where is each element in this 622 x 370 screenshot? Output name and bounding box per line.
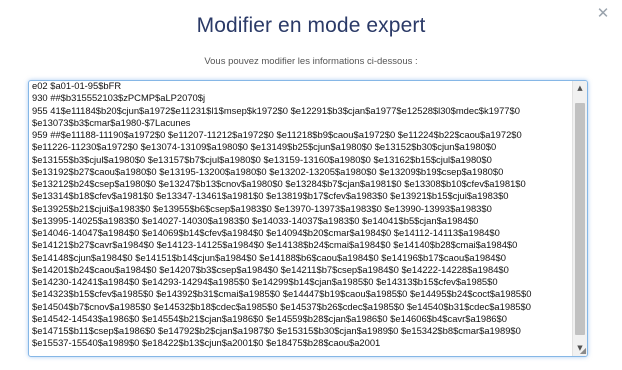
editor-line[interactable]: $e14201$b24$caou$a1984$0 $e14207$b3$csep… xyxy=(32,264,566,276)
editor-line[interactable]: $e13314$b18$cfev$a1981$0 $e13347-13461$a… xyxy=(32,190,566,202)
editor-line[interactable]: 955 41$e11184$b20$cjun$a1972$e11231$l1$m… xyxy=(32,105,566,117)
scrollbar-thumb[interactable] xyxy=(575,103,585,335)
editor-line[interactable]: $e13192$b27$caou$a1980$0 $e13195-13200$a… xyxy=(32,166,566,178)
editor-content[interactable]: e02 $a01-01-95$bFR 930 ##$b315552103$zPCM… xyxy=(32,81,566,352)
editor-line[interactable]: $e13073$b3$cmar$a1980-$7Lacunes xyxy=(32,117,566,129)
editor-line[interactable]: $e14504$b7$cnov$a1985$0 $e14532$b18$cdec… xyxy=(32,301,566,313)
editor-line[interactable]: $e11226-11230$a1972$0 $e13074-13109$a198… xyxy=(32,141,566,153)
editor-line[interactable]: $e14230-14241$a1984$0 $e14293-14294$a198… xyxy=(32,276,566,288)
editor-line[interactable]: $e14715$b11$csep$a1986$0 $e14792$b2$cjan… xyxy=(32,325,566,337)
scroll-up-arrow-icon[interactable]: ▲ xyxy=(573,82,587,95)
editor-line[interactable]: $e14542-14543$a1986$0 $e14554$b21$cjan$a… xyxy=(32,313,566,325)
dialog-subtitle: Vous pouvez modifier les informations ci… xyxy=(204,56,418,67)
editor-line[interactable]: $e13925$b21$cjui$a1983$0 $e13955$b6$csep… xyxy=(32,203,566,215)
expert-editor-textarea[interactable]: e02 $a01-01-95$bFR 930 ##$b315552103$zPCM… xyxy=(28,80,588,357)
editor-line[interactable]: $e15537-15540$a1989$0 $e18422$b13$cjun$a… xyxy=(32,337,566,349)
editor-scrollbar[interactable]: ▲ ▼ xyxy=(572,81,587,356)
editor-line[interactable]: $e14148$cjun$a1984$0 $e14151$b14$cjun$a1… xyxy=(32,252,566,264)
editor-line[interactable]: $e14323$b15$cfev$a1985$0 $e14392$b31$cma… xyxy=(32,288,566,300)
editor-line[interactable]: 930 ##$b315552103$zPCMP$aLP2070$j xyxy=(32,92,566,104)
resize-grip-icon[interactable]: ◢ xyxy=(576,346,586,356)
editor-line[interactable]: e02 $a01-01-95$bFR xyxy=(32,81,566,92)
editor-line[interactable]: $e13212$b24$csep$a1980$0 $e13247$b13$cno… xyxy=(32,178,566,190)
editor-line[interactable]: $e14121$b27$cavr$a1984$0 $e14123-14125$a… xyxy=(32,239,566,251)
editor-line[interactable]: $e14046-14047$a1984$0 $e14069$b14$cfev$a… xyxy=(32,227,566,239)
editor-line[interactable]: $e13995-14025$a1983$0 $e14027-14030$a198… xyxy=(32,215,566,227)
editor-line[interactable]: $e13155$b3$cjul$a1980$0 $e13157$b7$cjul$… xyxy=(32,154,566,166)
dialog-title: Modifier en mode expert xyxy=(196,14,426,37)
editor-line[interactable]: 959 ##$e11188-11190$a1972$0 $e11207-1121… xyxy=(32,129,566,141)
expert-mode-dialog: ✕ Modifier en mode expert Vous pouvez mo… xyxy=(0,0,622,370)
